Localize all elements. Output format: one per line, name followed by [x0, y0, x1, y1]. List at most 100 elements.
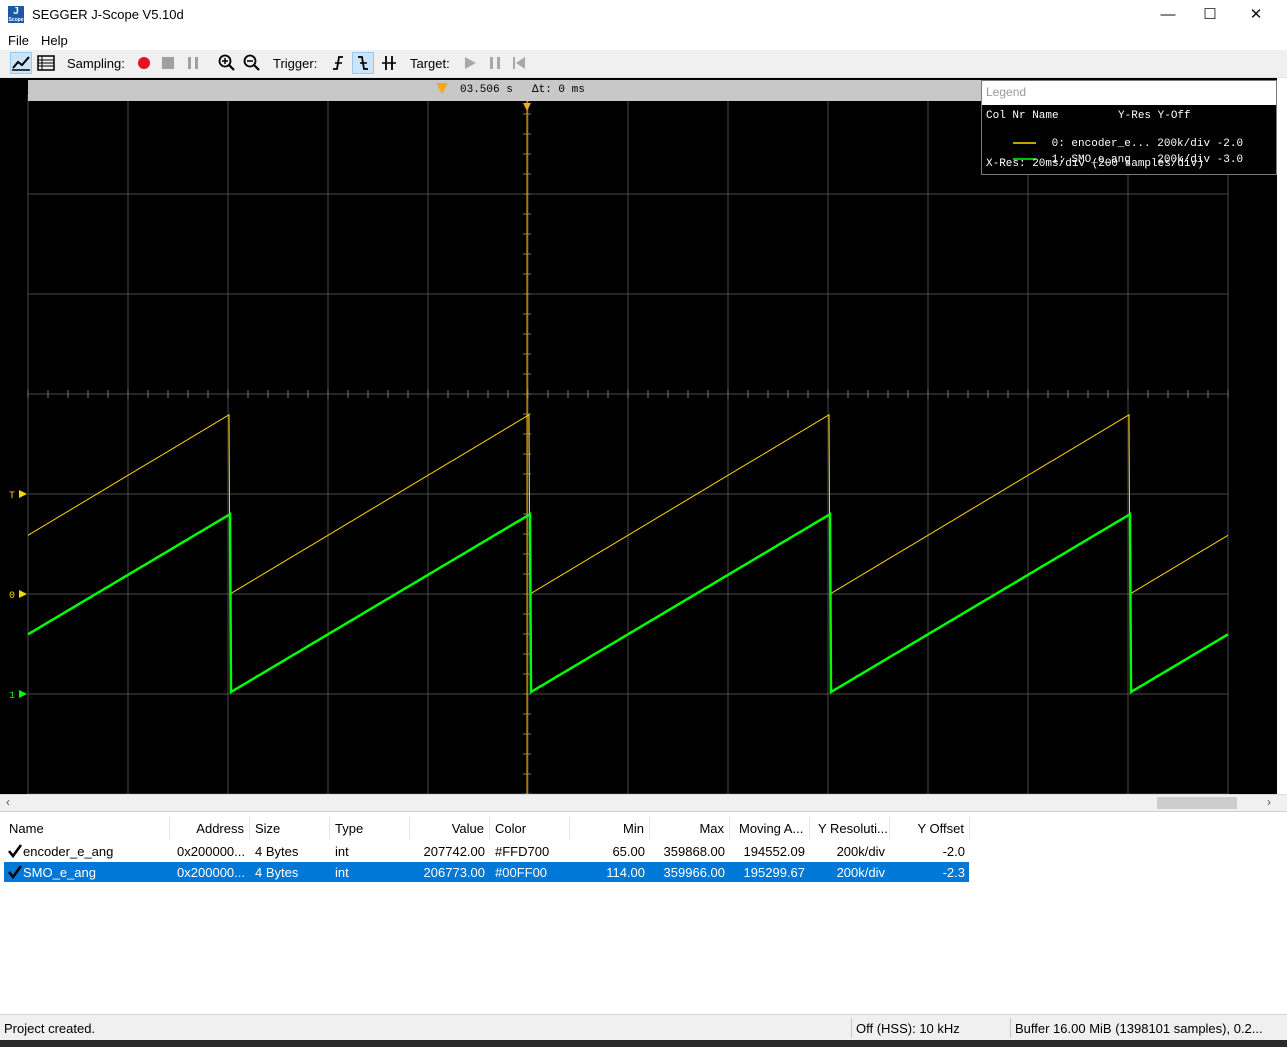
channel-marker-arrow-icon — [19, 690, 27, 698]
zoom-out-button[interactable] — [241, 52, 263, 74]
chart-line-icon — [12, 56, 30, 71]
channel-size: 4 Bytes — [255, 865, 299, 880]
trigger-label: Trigger: — [273, 56, 318, 71]
window-title: SEGGER J-Scope V5.10d — [32, 7, 184, 22]
channel-name: SMO_e_ang — [23, 865, 96, 880]
channel-y-resolution[interactable]: 200k/div — [810, 841, 890, 861]
horizontal-scrollbar[interactable]: ‹ › — [0, 794, 1287, 811]
minimize-button[interactable]: — — [1145, 0, 1191, 30]
col-header-max[interactable]: Max — [650, 817, 730, 839]
close-button[interactable]: ✕ — [1233, 0, 1279, 30]
channel-name: encoder_e_ang — [23, 844, 114, 859]
channel-marker-label: 0 — [9, 591, 15, 602]
channel-color[interactable]: #FFD700 — [490, 841, 570, 861]
legend-header: Col Nr Name Y-Res Y-Off — [986, 110, 1191, 122]
falling-edge-icon — [358, 56, 368, 70]
checkmark-icon[interactable] — [7, 865, 23, 880]
channel-max: 359868.00 — [663, 844, 725, 859]
status-sampling: Off (HSS): 10 kHz — [856, 1021, 960, 1036]
menu-file[interactable]: File — [8, 33, 29, 48]
channel-marker-label: T — [9, 491, 15, 502]
target-run-button[interactable] — [459, 52, 481, 74]
pause-icon — [490, 57, 500, 69]
pause-icon — [188, 57, 198, 69]
time-cursor-marker-icon[interactable] — [435, 82, 451, 96]
right-edge — [1277, 78, 1287, 794]
toolbar: Sampling: Trigger: Target: — [0, 50, 1287, 78]
channel-marker-arrow-icon — [19, 490, 27, 498]
scrollbar-thumb[interactable] — [1157, 797, 1237, 809]
channel-color[interactable]: #00FF00 — [490, 862, 570, 882]
trigger-falling-button[interactable] — [352, 52, 374, 74]
pause-button[interactable] — [182, 52, 204, 74]
channel-type: int — [335, 865, 349, 880]
status-message: Project created. — [4, 1021, 96, 1036]
rising-edge-icon — [333, 56, 343, 70]
channel-moving-average: 194552.09 — [743, 844, 805, 859]
maximize-button[interactable]: ☐ — [1187, 0, 1233, 30]
col-header-y-offset[interactable]: Y Offset — [890, 817, 970, 839]
col-header-type[interactable]: Type — [330, 817, 410, 839]
status-separator — [1010, 1018, 1011, 1038]
zoom-in-button[interactable] — [216, 52, 238, 74]
status-buffer: Buffer 16.00 MiB (1398101 samples), 0.2.… — [1015, 1021, 1263, 1036]
channel-y-offset[interactable]: -2.3 — [890, 862, 970, 882]
trigger-rising-button[interactable] — [327, 52, 349, 74]
col-header-moving-average[interactable]: Moving A... — [730, 817, 810, 839]
delta-t-readout: Δt: 0 ms — [532, 84, 585, 96]
table-view-button[interactable] — [35, 52, 57, 74]
taskbar-edge — [0, 1040, 1287, 1047]
col-header-size[interactable]: Size — [250, 817, 330, 839]
channel-y-resolution[interactable]: 200k/div — [810, 862, 890, 882]
channel-value: 207742.00 — [423, 844, 485, 859]
col-header-color[interactable]: Color — [490, 817, 570, 839]
record-icon — [138, 57, 150, 69]
graph-view-button[interactable] — [10, 52, 32, 74]
col-header-name[interactable]: Name — [4, 817, 170, 839]
legend-title: Legend — [982, 81, 1276, 105]
both-edges-icon — [382, 56, 396, 70]
legend-panel[interactable]: Legend Col Nr Name Y-Res Y-Off 0: encode… — [981, 80, 1277, 175]
channel-size: 4 Bytes — [255, 844, 299, 859]
time-cursor-readout: 03.506 s — [460, 84, 513, 96]
stop-icon — [162, 57, 174, 69]
col-header-min[interactable]: Min — [570, 817, 650, 839]
channel-address: 0x200000... — [177, 844, 245, 859]
reset-icon — [513, 57, 525, 69]
cursor-head-icon — [523, 103, 531, 111]
channel-y-offset[interactable]: -2.0 — [890, 841, 970, 861]
col-header-y-resolution[interactable]: Y Resoluti... — [810, 817, 890, 839]
play-icon — [465, 57, 476, 69]
stop-button[interactable] — [157, 52, 179, 74]
scope-plot[interactable]: T 0 1 — [0, 78, 1287, 794]
status-separator — [851, 1018, 852, 1038]
zoom-out-icon — [243, 54, 260, 71]
col-header-value[interactable]: Value — [410, 817, 490, 839]
menu-help[interactable]: Help — [41, 33, 68, 48]
target-reset-button[interactable] — [508, 52, 530, 74]
target-label: Target: — [410, 56, 450, 71]
col-header-address[interactable]: Address — [170, 817, 250, 839]
channel-marker-arrow-icon — [19, 590, 27, 598]
zoom-in-icon — [218, 54, 235, 71]
sampling-label: Sampling: — [67, 56, 125, 71]
menu-bar: File Help — [0, 30, 1287, 50]
channel-min: 114.00 — [606, 865, 645, 880]
legend-xres: X-Res: 20ms/div (200 samples/div) — [986, 158, 1204, 170]
channel-type: int — [335, 844, 349, 859]
channel-moving-average: 195299.67 — [743, 865, 805, 880]
title-bar: J Scope SEGGER J-Scope V5.10d — ☐ ✕ — [0, 0, 1287, 30]
app-logo-icon: J Scope — [8, 6, 24, 23]
scroll-right-icon[interactable]: › — [1267, 795, 1271, 809]
trigger-both-button[interactable] — [378, 52, 400, 74]
channel-address: 0x200000... — [177, 865, 245, 880]
checkmark-icon[interactable] — [7, 844, 23, 859]
record-button[interactable] — [133, 52, 155, 74]
status-bar: Project created. Off (HSS): 10 kHz Buffe… — [0, 1014, 1287, 1040]
scroll-left-icon[interactable]: ‹ — [6, 795, 10, 809]
table-icon — [37, 55, 55, 71]
target-halt-button[interactable] — [484, 52, 506, 74]
channel-min: 65.00 — [612, 844, 645, 859]
channel-value: 206773.00 — [423, 865, 485, 880]
channel-marker-label: 1 — [9, 691, 15, 702]
